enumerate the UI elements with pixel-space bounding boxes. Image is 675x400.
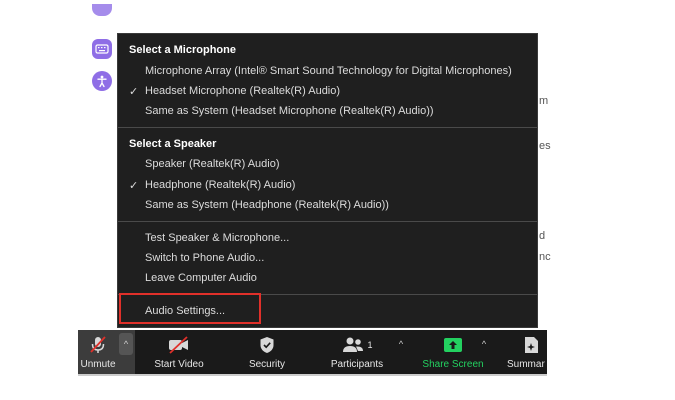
share-screen-icon <box>441 334 465 356</box>
audio-options-menu: Select a Microphone Microphone Array (In… <box>117 33 538 328</box>
security-label: Security <box>248 359 286 370</box>
menu-item-test-speaker-mic[interactable]: Test Speaker & Microphone... <box>145 232 289 244</box>
video-off-icon <box>167 334 191 356</box>
background-text: m <box>539 95 549 107</box>
highlight-annotation <box>119 293 261 324</box>
unmute-label: Unmute <box>80 359 116 370</box>
share-screen-label: Share Screen <box>422 359 484 370</box>
start-video-label: Start Video <box>154 359 204 370</box>
participants-count: 1 <box>367 340 373 350</box>
menu-item-speaker-same-as-system[interactable]: Same as System (Headphone (Realtek(R) Au… <box>145 199 389 211</box>
background-text: es <box>539 140 551 152</box>
menu-divider <box>118 221 537 222</box>
shield-icon <box>255 334 279 356</box>
accessibility-icon[interactable] <box>92 71 112 91</box>
summary-label: Summar <box>507 359 545 370</box>
summary-icon <box>519 334 543 356</box>
rail-app-icon[interactable] <box>92 4 112 16</box>
meeting-toolbar: Unmute ^ Start Video Security 1 Particip… <box>78 330 547 374</box>
menu-item-leave-computer-audio[interactable]: Leave Computer Audio <box>145 272 257 284</box>
speaker-section-header: Select a Speaker <box>129 138 217 150</box>
background-text: nc <box>539 251 551 263</box>
menu-item-mic-array[interactable]: Microphone Array (Intel® Smart Sound Tec… <box>145 65 512 77</box>
unmute-button[interactable]: Unmute <box>78 330 118 374</box>
muted-mic-icon <box>86 334 110 356</box>
background-text: d <box>539 230 546 242</box>
start-video-button[interactable]: Start Video <box>148 330 210 374</box>
microphone-section-header: Select a Microphone <box>129 44 236 56</box>
menu-divider <box>118 127 537 128</box>
participants-button[interactable]: 1 Participants <box>326 330 388 374</box>
window-bottom-edge <box>78 374 547 376</box>
left-rail <box>78 0 116 330</box>
menu-item-headset-mic[interactable]: Headset Microphone (Realtek(R) Audio) <box>145 85 340 97</box>
check-icon: ✓ <box>129 180 139 192</box>
participants-label: Participants <box>330 359 384 370</box>
menu-item-headphone[interactable]: Headphone (Realtek(R) Audio) <box>145 179 295 191</box>
participants-caret[interactable]: ^ <box>394 333 408 355</box>
participants-icon: 1 <box>340 334 374 356</box>
menu-item-switch-to-phone[interactable]: Switch to Phone Audio... <box>145 252 264 264</box>
menu-item-speaker[interactable]: Speaker (Realtek(R) Audio) <box>145 158 280 170</box>
keyboard-icon[interactable] <box>92 39 112 59</box>
share-screen-caret[interactable]: ^ <box>477 333 491 355</box>
summary-button[interactable]: Summar <box>505 330 547 374</box>
security-button[interactable]: Security <box>242 330 292 374</box>
check-icon: ✓ <box>129 86 139 98</box>
menu-item-mic-same-as-system[interactable]: Same as System (Headset Microphone (Real… <box>145 105 434 117</box>
audio-options-caret[interactable]: ^ <box>119 333 133 355</box>
